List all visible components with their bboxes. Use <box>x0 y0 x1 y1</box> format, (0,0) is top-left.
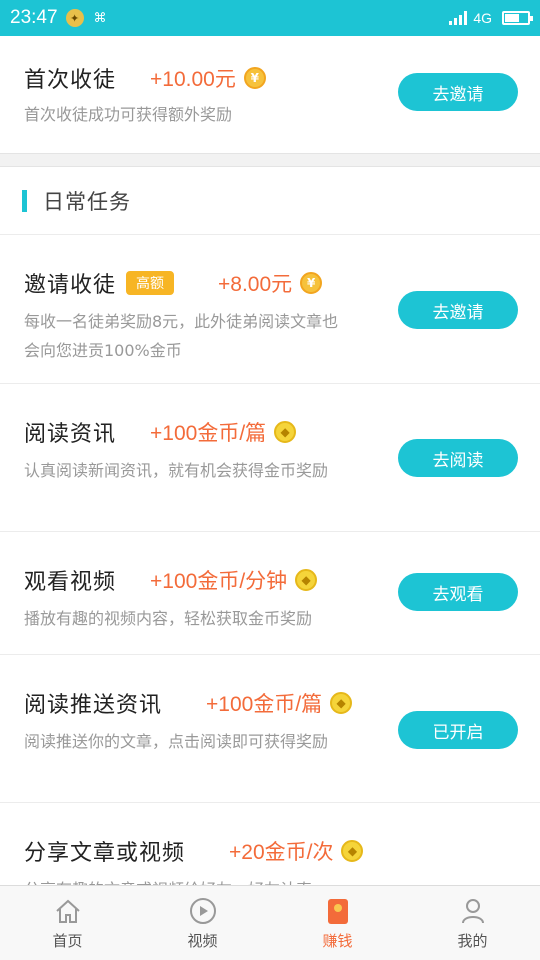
task-watch-video: 观看视频 +100金币/分钟 ◆ 播放有趣的视频内容，轻松获取金币奖励 去观看 <box>0 532 540 655</box>
task-title: 首次收徒 <box>24 68 117 93</box>
task-reward: +10.00元 <box>150 68 236 91</box>
bottom-nav: 首页 视频 赚钱 我的 <box>0 885 540 960</box>
task-desc: 首次收徒成功可获得额外奖励 <box>24 105 233 124</box>
task-reward: +100金币/篇 <box>150 422 267 445</box>
task-invite: 邀请收徒 高额 +8.00元 ¥ 每收一名徒弟奖励8元，此外徒弟阅读文章也会向您… <box>0 235 540 384</box>
nav-video[interactable]: 视频 <box>135 886 270 960</box>
task-reward: +8.00元 <box>218 273 293 296</box>
task-reward: +20金币/次 <box>229 841 334 864</box>
nav-earn[interactable]: 赚钱 <box>270 886 405 960</box>
user-icon <box>458 896 488 926</box>
task-desc: 每收一名徒弟奖励8元，此外徒弟阅读文章也会向您进贡100%金币 <box>24 312 339 360</box>
task-head: 分享文章或视频 +20金币/次 ◆ <box>24 835 516 867</box>
gold-coin-icon: ◆ <box>341 840 364 862</box>
watch-button[interactable]: 去观看 <box>398 573 518 611</box>
task-reward: +100金币/分钟 <box>150 570 288 593</box>
app-notification-icon: ✦ <box>65 9 84 27</box>
task-desc: 阅读推送你的文章，点击阅读即可获得奖励 <box>24 732 329 751</box>
read-button[interactable]: 去阅读 <box>398 439 518 477</box>
section-gap <box>0 153 540 167</box>
task-read-push: 阅读推送资讯 +100金币/篇 ◆ 阅读推送你的文章，点击阅读即可获得奖励 已开… <box>0 655 540 803</box>
task-title: 邀请收徒 <box>24 273 117 298</box>
section-daily-tasks: 日常任务 <box>0 167 540 235</box>
nav-mine[interactable]: 我的 <box>405 886 540 960</box>
task-title: 分享文章或视频 <box>24 841 186 866</box>
enabled-button[interactable]: 已开启 <box>398 711 518 749</box>
play-icon <box>188 896 218 926</box>
status-bar: 23:47 ✦ ⌘ 4G <box>0 0 540 36</box>
battery-icon <box>502 11 533 25</box>
gold-coin-icon: ◆ <box>295 569 318 591</box>
nav-home-label: 首页 <box>52 931 83 950</box>
signal-icon <box>449 11 468 25</box>
nav-earn-label: 赚钱 <box>322 931 353 950</box>
nav-video-label: 视频 <box>187 931 218 950</box>
yuan-coin-icon: ¥ <box>243 67 266 89</box>
invite-apprentice-button[interactable]: 去邀请 <box>398 291 518 329</box>
status-time: 23:47 <box>10 7 58 28</box>
status-right: 4G <box>449 10 533 26</box>
section-title: 日常任务 <box>43 189 131 214</box>
task-first-apprentice: 首次收徒 +10.00元 ¥ 首次收徒成功可获得额外奖励 去邀请 <box>0 36 540 153</box>
network-type: 4G <box>473 10 492 26</box>
task-title: 阅读资讯 <box>24 422 117 447</box>
task-read-news: 阅读资讯 +100金币/篇 ◆ 认真阅读新闻资讯，就有机会获得金币奖励 去阅读 <box>0 384 540 532</box>
task-desc: 认真阅读新闻资讯，就有机会获得金币奖励 <box>24 461 329 480</box>
task-title: 观看视频 <box>24 570 117 595</box>
usb-icon: ⌘ <box>93 10 107 26</box>
task-desc: 播放有趣的视频内容，轻松获取金币奖励 <box>24 609 313 628</box>
task-reward: +100金币/篇 <box>206 693 323 716</box>
section-accent-bar <box>22 189 27 212</box>
gold-coin-icon: ◆ <box>274 421 297 443</box>
task-title: 阅读推送资讯 <box>24 693 163 718</box>
invite-button[interactable]: 去邀请 <box>398 73 518 111</box>
battery-level <box>505 14 520 22</box>
gold-coin-icon: ◆ <box>330 692 353 714</box>
high-reward-badge: 高额 <box>126 271 175 295</box>
task-desc: 分享有趣的文章或视频给好友，好友认真 <box>24 875 384 885</box>
yuan-coin-icon: ¥ <box>300 272 323 294</box>
task-share: 分享文章或视频 +20金币/次 ◆ 分享有趣的文章或视频给好友，好友认真 <box>0 803 540 885</box>
home-icon <box>53 896 83 926</box>
task-list[interactable]: 首次收徒 +10.00元 ¥ 首次收徒成功可获得额外奖励 去邀请 日常任务 邀请… <box>0 36 540 885</box>
nav-mine-label: 我的 <box>457 931 488 950</box>
nav-home[interactable]: 首页 <box>0 886 135 960</box>
red-envelope-icon <box>323 896 353 926</box>
